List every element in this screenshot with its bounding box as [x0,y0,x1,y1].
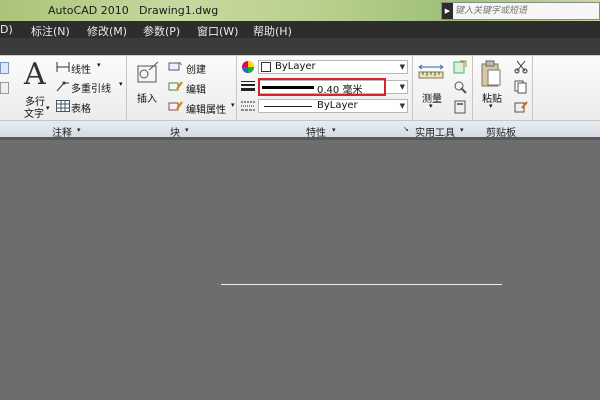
menu-item-parametric[interactable]: 参数(P) [143,23,180,39]
calculator-icon[interactable] [453,100,467,114]
drawing-canvas[interactable] [0,137,600,400]
chevron-down-icon: ▼ [399,102,405,110]
panel-dialog-launcher-icon[interactable]: ↘ [403,125,409,133]
multileader-icon[interactable] [56,80,70,92]
quick-select-icon[interactable] [453,60,467,74]
edit-attribute-label[interactable]: 编辑属性 [186,101,226,116]
paste-icon[interactable] [480,60,502,88]
chevron-down-icon[interactable]: ▾ [119,80,123,88]
create-label[interactable]: 创建 [186,61,206,76]
title-bar: AutoCAD 2010 Drawing1.dwg ▶ [0,0,600,21]
document-title: Drawing1.dwg [139,4,219,17]
lineweight-icon[interactable] [241,80,255,92]
insert-label[interactable]: 插入 [137,90,157,105]
multiline-text-icon[interactable]: A [24,57,46,92]
menu-item-dimension-partial[interactable]: D) [0,23,13,36]
color-wheel-icon[interactable] [241,60,255,74]
linetype-value: ByLayer [317,100,358,111]
menu-item-dimension[interactable]: 标注(N) [31,23,70,39]
edit-attribute-icon[interactable] [168,100,183,112]
help-search[interactable]: ▶ [441,2,600,20]
chevron-down-icon[interactable]: ▾ [97,61,101,69]
search-expand-icon[interactable]: ▶ [442,3,453,19]
menu-item-window[interactable]: 窗口(W) [197,23,238,39]
match-properties-icon[interactable] [514,100,528,114]
lineweight-highlight [258,78,386,96]
app-title: AutoCAD 2010 [48,4,129,17]
chevron-down-icon[interactable]: ▾ [460,126,464,134]
chevron-down-icon[interactable]: ▾ [332,126,336,134]
multileader-label[interactable]: 多重引线 [71,80,111,95]
mtext-label-2[interactable]: 文字 [24,105,44,120]
linetype-dropdown[interactable]: ByLayer ▼ [258,99,408,113]
table-label[interactable]: 表格 [71,100,91,115]
edit-block-icon[interactable] [168,80,183,92]
color-swatch [261,62,271,72]
chevron-down-icon: ▼ [399,63,405,71]
measure-icon[interactable] [418,62,444,88]
linetype-sample [264,106,312,107]
chevron-down-icon[interactable]: ▾ [46,104,50,112]
partial-tool-icon-2[interactable] [0,82,9,94]
ribbon-tab-strip [0,38,600,55]
menu-item-modify[interactable]: 修改(M) [87,23,127,39]
chevron-down-icon[interactable]: ▾ [231,101,235,109]
table-icon[interactable] [56,100,70,112]
linear-dimension-icon[interactable] [56,61,70,73]
color-dropdown[interactable]: ByLayer ▼ [258,60,408,74]
chevron-down-icon[interactable]: ▾ [185,126,189,134]
search-input[interactable] [455,4,598,18]
create-block-icon[interactable] [168,60,183,72]
color-value: ByLayer [275,61,316,72]
partial-tool-icon[interactable] [0,62,9,74]
chevron-down-icon[interactable]: ▾ [429,102,433,110]
insert-block-icon[interactable] [134,60,162,88]
menu-bar: D) 标注(N) 修改(M) 参数(P) 窗口(W) 帮助(H) [0,21,600,38]
menu-item-help[interactable]: 帮助(H) [253,23,292,39]
panel-title-row: 注释 ▾ 块 ▾ 特性 ▾ ↘ 实用工具 ▾ 剪贴板 [0,120,600,139]
linetype-icon[interactable] [241,100,255,112]
drawn-line-object[interactable] [221,284,502,285]
cut-icon[interactable] [514,60,528,74]
edit-label[interactable]: 编辑 [186,81,206,96]
canvas-top-border [0,137,600,140]
copy-icon[interactable] [514,80,528,94]
id-point-icon[interactable] [453,80,467,94]
chevron-down-icon: ▼ [399,83,405,91]
chevron-down-icon[interactable]: ▾ [77,126,81,134]
chevron-down-icon[interactable]: ▾ [489,102,493,110]
linear-label[interactable]: 线性 [71,61,91,76]
